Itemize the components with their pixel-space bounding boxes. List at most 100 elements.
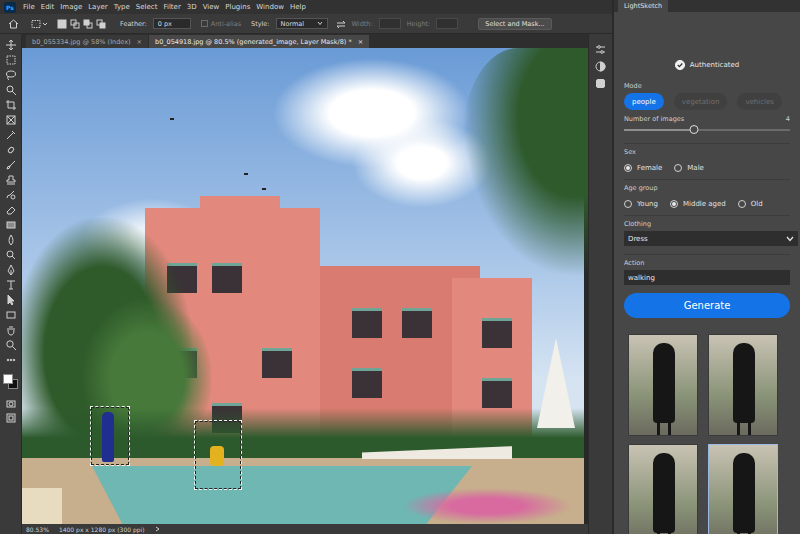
selection-marquee [90,406,130,466]
height-label: Height: [407,20,431,28]
lasso-tool-icon[interactable] [5,69,17,81]
sliders-icon[interactable] [595,44,606,55]
age-group-radio[interactable]: Old [738,200,763,208]
zoom-tool-icon[interactable] [5,339,17,351]
menu-item[interactable]: Window [253,3,287,11]
quick-select-tool-icon[interactable] [5,84,17,96]
clothing-dropdown[interactable]: Dress [624,231,798,246]
birds [170,118,174,120]
anti-alias-box [201,20,208,27]
frame-tool-icon[interactable] [5,114,17,126]
feather-field[interactable]: 0 px [153,18,191,29]
person-legs [657,527,671,534]
mode-pill[interactable]: vehicles [737,93,782,110]
adjustments-icon[interactable] [595,61,606,72]
document-tab[interactable]: b0_055334.jpg @ 58% (Index)× [26,35,148,48]
more-tool-icon[interactable] [5,354,17,366]
history-brush-tool-icon[interactable] [5,189,17,201]
dodge-tool-icon[interactable] [5,249,17,261]
radio-label: Middle aged [683,200,726,208]
menu-item[interactable]: Layer [85,3,111,11]
radio-ring [738,200,746,208]
swap-icon[interactable] [336,20,346,28]
stamp-tool-icon[interactable] [5,174,17,186]
select-and-mask-button[interactable]: Select and Mask... [478,18,551,30]
healing-tool-icon[interactable] [5,144,17,156]
birds [244,173,248,175]
marquee-tool-icon[interactable] [5,54,17,66]
style-dropdown[interactable]: Normal [276,18,328,29]
sex-radio[interactable]: Female [624,164,662,172]
action-input[interactable]: walking [624,270,790,285]
panel-icons [588,34,612,534]
menu-item[interactable]: Edit [38,3,58,11]
hand-tool-icon[interactable] [5,324,17,336]
selection-mode-icon[interactable] [96,19,106,29]
images-value: 4 [786,115,790,123]
images-slider-track[interactable] [624,129,790,131]
plugin-icon[interactable] [595,78,606,89]
blur-tool-icon[interactable] [5,234,17,246]
move-tool-icon[interactable] [5,39,17,51]
menu-item[interactable]: Select [133,3,161,11]
window [352,308,382,338]
canvas[interactable] [22,48,588,524]
arrow-icon[interactable] [155,526,160,532]
menu-item[interactable]: Plugins [222,3,253,11]
crop-tool-icon[interactable] [5,99,17,111]
check-icon [675,60,685,70]
tab-close[interactable]: × [358,38,363,46]
radio-ring [624,164,632,172]
sex-label: Sex [624,148,790,156]
screen-mode-icon[interactable] [5,412,17,424]
radio-ring [670,200,678,208]
style-label: Style: [251,20,270,28]
menu-item[interactable]: Help [287,3,309,11]
menu-item[interactable]: Type [111,3,133,11]
images-row: Number of images4 [624,115,790,123]
selection-mode-icon[interactable] [57,19,67,29]
panel-body: AuthenticatedModepeoplevegetationvehicle… [614,12,800,534]
gradient-tool-icon[interactable] [5,219,17,231]
path-select-tool-icon[interactable] [5,294,17,306]
age-group-radio[interactable]: Young [624,200,658,208]
brush-tool-icon[interactable] [5,159,17,171]
menu-item[interactable]: View [200,3,223,11]
marquee-icon[interactable] [31,19,47,29]
result-image[interactable] [628,444,698,534]
color-swatches[interactable] [3,374,19,390]
sex-radio[interactable]: Male [674,164,704,172]
result-image[interactable] [628,334,698,436]
mode-pill[interactable]: people [624,93,664,110]
child-figure [210,446,224,466]
workspace: PsFileEditImageLayerTypeSelectFilter3DVi… [0,0,612,534]
menu-item[interactable]: Filter [160,3,183,11]
home-icon[interactable] [8,19,19,29]
age-group-radio[interactable]: Middle aged [670,200,726,208]
menu-item[interactable]: File [20,3,38,11]
type-tool-icon[interactable] [5,279,17,291]
age-group-label: Age group [624,184,790,192]
result-image[interactable] [708,334,778,436]
pen-tool-icon[interactable] [5,264,17,276]
action-value: walking [628,274,655,282]
eyedropper-tool-icon[interactable] [5,129,17,141]
images-slider-thumb[interactable] [689,125,698,134]
tab-close[interactable]: × [137,38,142,46]
menu-item[interactable]: Image [57,3,85,11]
selection-modes [57,19,106,29]
menu-item[interactable]: 3D [184,3,200,11]
generate-button[interactable]: Generate [624,293,790,318]
selection-mode-icon[interactable] [83,19,93,29]
rectangle-tool-icon[interactable] [5,309,17,321]
foreground-swatch[interactable] [3,374,13,384]
person-legs [657,417,671,435]
selection-mode-icon[interactable] [70,19,80,29]
mode-pill[interactable]: vegetation [674,93,728,110]
result-image[interactable] [708,444,778,534]
panel-tab[interactable]: LightSketch [618,0,668,12]
document-tab[interactable]: b0_054918.jpg @ 80.5% (generated_image, … [149,35,369,48]
eraser-tool-icon[interactable] [5,204,17,216]
height-field [436,18,458,29]
quick-mask-icon[interactable] [5,398,17,410]
